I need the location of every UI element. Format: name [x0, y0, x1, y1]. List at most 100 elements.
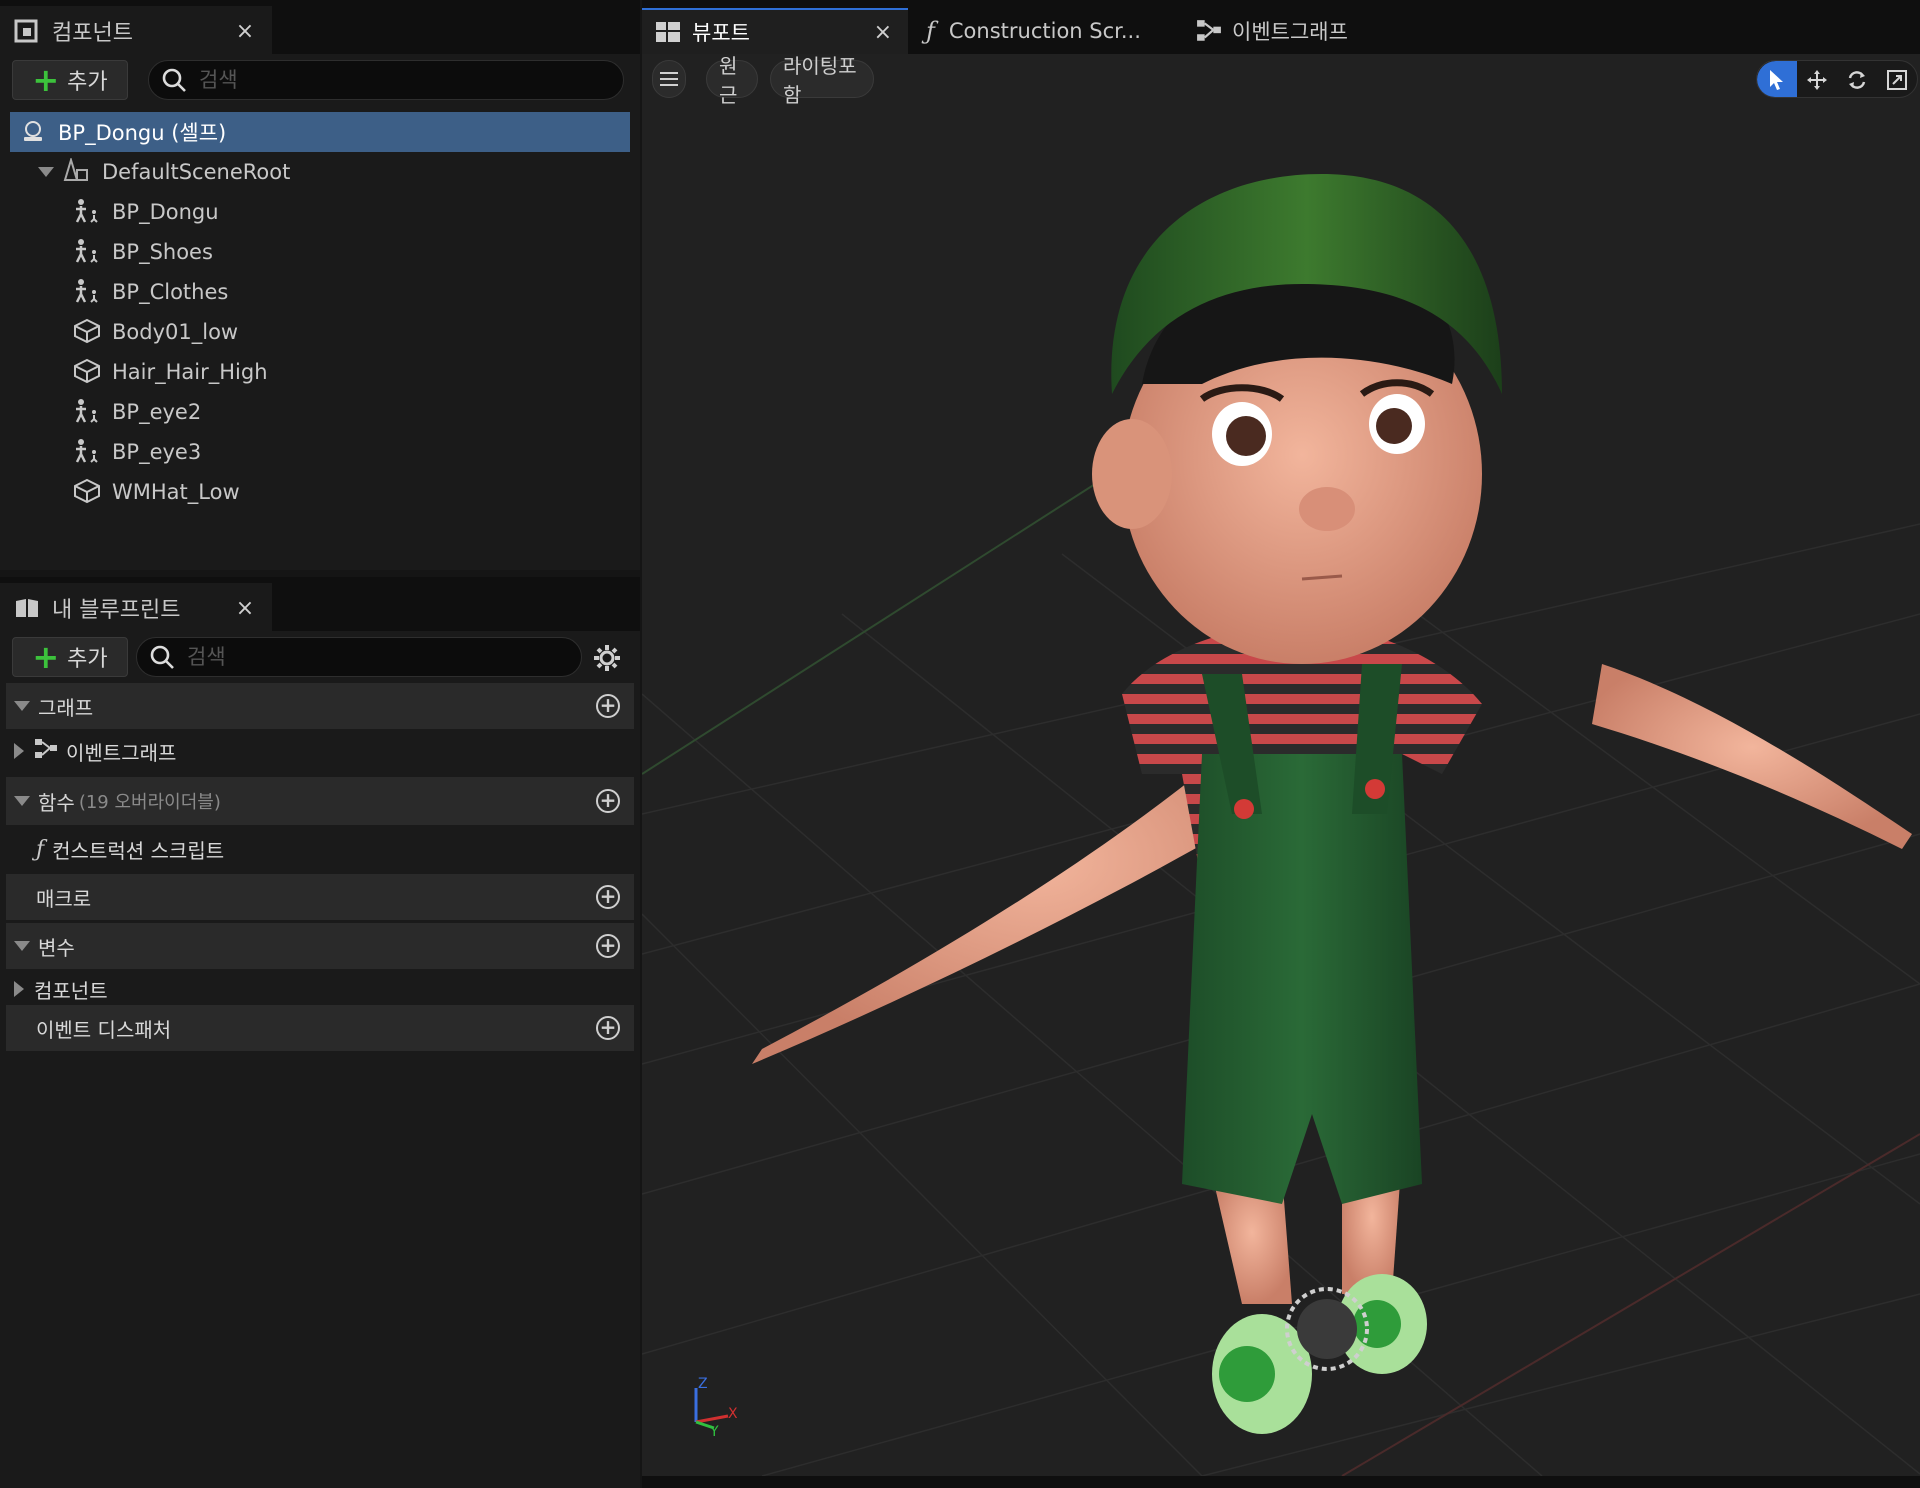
tree-row-label: Hair_Hair_High — [112, 360, 268, 384]
editor-tabbar: 뷰포트 × ƒ Construction Scr... 이벤트그래프 — [642, 0, 1920, 54]
tree-children: BP_Dongu BP_Shoes BP_Clothes Body01_low Hair… — [10, 192, 630, 512]
tree-row-component[interactable]: BP_eye2 — [10, 392, 630, 432]
tree-row-label: Body01_low — [112, 320, 239, 344]
tree-row-component[interactable]: BP_eye3 — [10, 432, 630, 472]
add-blueprint-item-button[interactable]: + 추가 — [12, 637, 128, 677]
lighting-mode-button[interactable]: 라이팅포함 — [770, 54, 874, 107]
static-mesh-icon — [72, 478, 102, 506]
category-graphs-label: 그래프 — [38, 695, 94, 720]
tree-row-component[interactable]: WMHat_Low — [10, 472, 630, 512]
components-toolbar: + 추가 — [0, 54, 640, 112]
scale-tool-button[interactable] — [1877, 61, 1917, 97]
translate-tool-button[interactable] — [1797, 61, 1837, 97]
category-variables[interactable]: 변수 + — [6, 923, 634, 969]
tab-event-graph-label: 이벤트그래프 — [1232, 20, 1348, 44]
tab-my-blueprint[interactable]: 내 블루프린트 × — [0, 583, 272, 631]
rotate-icon — [1848, 71, 1866, 89]
add-component-button[interactable]: + 추가 — [12, 60, 128, 100]
add-variable-icon[interactable]: + — [596, 934, 620, 958]
chevron-down-icon[interactable] — [14, 941, 30, 951]
cursor-icon — [1770, 70, 1783, 90]
category-event-dispatchers-label: 이벤트 디스패처 — [36, 1017, 172, 1042]
tree-row-component[interactable]: Hair_Hair_High — [10, 352, 630, 392]
perspective-button[interactable]: 원근 — [706, 54, 758, 107]
tree-row-label: BP_Shoes — [112, 240, 213, 264]
skeletal-mesh-icon — [72, 238, 102, 266]
components-search-input[interactable] — [199, 68, 569, 92]
list-item-construction-script[interactable]: ƒ 컨스트럭션 스크립트 — [6, 827, 634, 871]
viewport-options-button[interactable] — [652, 60, 686, 98]
close-icon[interactable]: × — [230, 19, 260, 44]
transform-toolbar — [1756, 60, 1918, 98]
category-variables-label: 변수 — [38, 935, 75, 960]
tab-event-graph[interactable]: 이벤트그래프 — [1196, 8, 1348, 54]
chevron-right-icon[interactable] — [14, 743, 24, 759]
add-function-icon[interactable]: + — [596, 789, 620, 813]
viewport-scene — [642, 54, 1920, 1476]
skeletal-mesh-icon — [72, 398, 102, 426]
close-icon[interactable]: × — [230, 596, 260, 621]
category-event-dispatchers[interactable]: 이벤트 디스패처 + — [6, 1005, 634, 1051]
tree-row-label: BP_Clothes — [112, 280, 229, 304]
skeletal-mesh-icon — [72, 438, 102, 466]
add-event-dispatcher-icon[interactable]: + — [596, 1016, 620, 1040]
move-icon — [1807, 70, 1827, 90]
tab-construction-script[interactable]: ƒ Construction Scr... — [926, 8, 1141, 54]
left-column: 컴포넌트 × + 추가 BP_Dongu (셀프) — [0, 0, 640, 1488]
tab-viewport[interactable]: 뷰포트 × — [642, 8, 908, 54]
tree-row-scene-root[interactable]: DefaultSceneRoot — [10, 152, 630, 192]
lighting-mode-label: 라이팅포함 — [783, 54, 857, 107]
function-icon: ƒ — [36, 836, 45, 862]
components-tree: BP_Dongu (셀프) DefaultSceneRoot BP_Dongu B… — [10, 112, 630, 512]
tree-scene-root-label: DefaultSceneRoot — [102, 160, 291, 184]
tree-row-label: BP_Dongu — [112, 200, 219, 224]
components-icon — [14, 18, 40, 44]
gizmo-x-label: X — [728, 1406, 738, 1422]
chevron-down-icon[interactable] — [14, 796, 30, 806]
close-icon[interactable]: × — [874, 20, 892, 45]
chevron-right-icon[interactable] — [14, 981, 24, 997]
chevron-down-icon[interactable] — [14, 701, 30, 711]
editor-area: 뷰포트 × ƒ Construction Scr... 이벤트그래프 원근 라이… — [642, 0, 1920, 1488]
tree-row-label: WMHat_Low — [112, 480, 240, 504]
add-macro-icon[interactable]: + — [596, 885, 620, 909]
add-blueprint-item-label: 추가 — [67, 647, 108, 672]
tree-root-label: BP_Dongu (셀프) — [58, 121, 227, 145]
actor-icon — [18, 118, 48, 146]
tree-row-component[interactable]: BP_Dongu — [10, 192, 630, 232]
gear-icon[interactable] — [592, 643, 622, 677]
tree-row-component[interactable]: BP_Shoes — [10, 232, 630, 272]
rotate-tool-button[interactable] — [1837, 61, 1877, 97]
tree-row-component[interactable]: Body01_low — [10, 312, 630, 352]
my-blueprint-search-input[interactable] — [187, 645, 533, 669]
tab-components[interactable]: 컴포넌트 × — [0, 6, 272, 54]
hamburger-icon — [660, 72, 678, 86]
components-category-label: 컴포넌트 — [34, 978, 108, 1003]
list-item-event-graph[interactable]: 이벤트그래프 — [6, 729, 634, 773]
tab-construction-script-label: Construction Scr... — [948, 19, 1141, 43]
category-functions[interactable]: 함수 (19 오버라이더블) + — [6, 777, 634, 825]
construction-script-label: 컨스트럭션 스크립트 — [52, 838, 225, 863]
static-mesh-icon — [72, 358, 102, 386]
gizmo-y-label: Y — [709, 1424, 719, 1436]
tree-row-component[interactable]: BP_Clothes — [10, 272, 630, 312]
select-tool-button[interactable] — [1757, 61, 1797, 97]
category-macros[interactable]: 매크로 + — [6, 874, 634, 920]
category-graphs[interactable]: 그래프 + — [6, 683, 634, 729]
function-icon: ƒ — [926, 17, 935, 45]
event-graph-label: 이벤트그래프 — [66, 740, 177, 765]
add-component-label: 추가 — [67, 70, 108, 95]
plus-icon: + — [32, 61, 60, 99]
list-item-components[interactable]: 컴포넌트 — [6, 969, 634, 1009]
viewport-canvas[interactable]: 원근 라이팅포함 Z X Y — [642, 54, 1920, 1476]
gizmo-z-label: Z — [698, 1376, 708, 1392]
axis-gizmo-icon: Z X Y — [694, 1376, 738, 1436]
skeletal-mesh-icon — [72, 198, 102, 226]
search-icon — [162, 68, 186, 92]
my-blueprint-toolbar: + 추가 — [0, 631, 640, 689]
book-icon — [14, 595, 40, 621]
chevron-down-icon[interactable] — [38, 167, 54, 177]
add-graph-icon[interactable]: + — [596, 694, 620, 718]
tree-row-root[interactable]: BP_Dongu (셀프) — [10, 112, 630, 152]
tab-my-blueprint-label: 내 블루프린트 — [52, 598, 181, 623]
